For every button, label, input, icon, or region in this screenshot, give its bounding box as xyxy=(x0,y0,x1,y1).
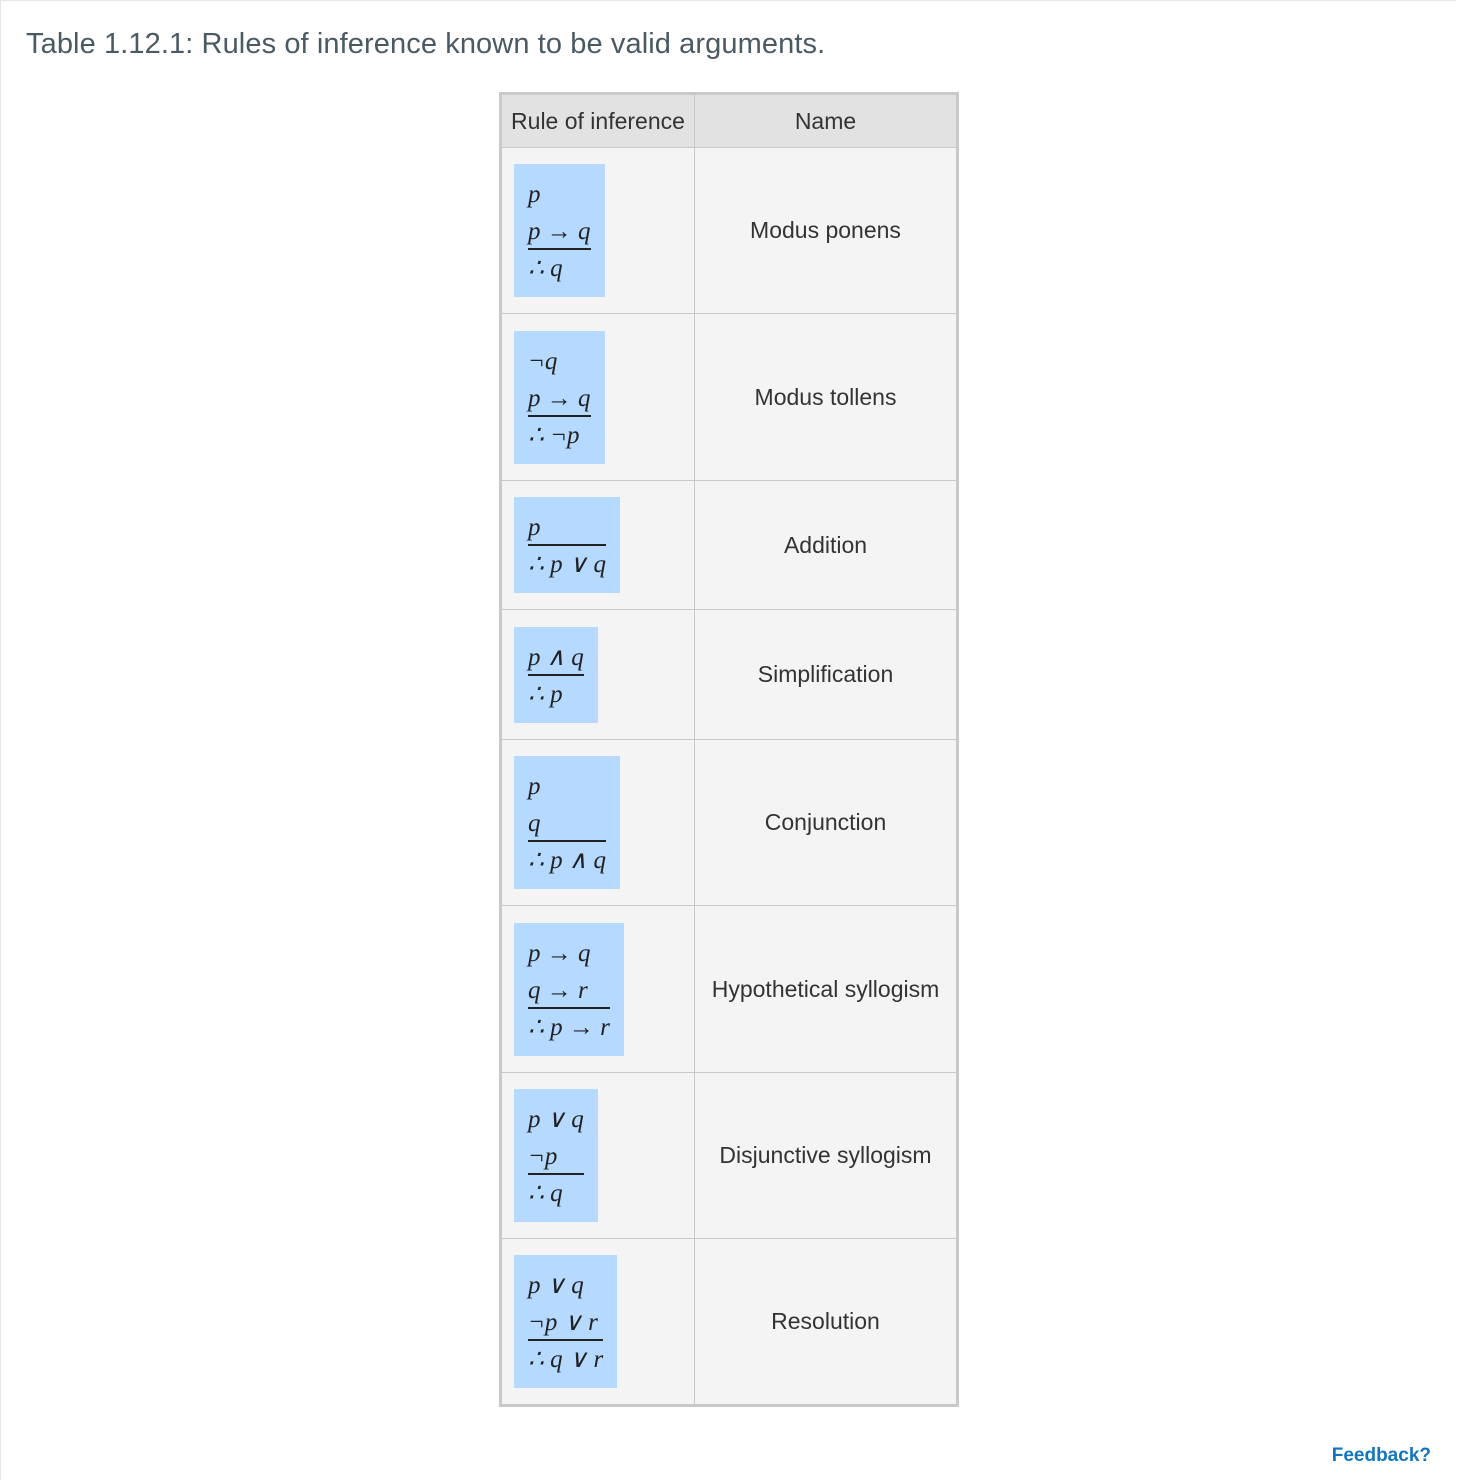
rules-of-inference-table: Rule of inference Name p p → q ∴ q Modus po… xyxy=(499,92,959,1407)
table-row: p ∨ q ¬p ∴ q Disjunctive syllogism xyxy=(500,1072,958,1239)
premise-line: p xyxy=(528,181,541,208)
conclusion-line: ∴ q xyxy=(528,1180,563,1207)
table-row: p ∴ p ∨ q Addition xyxy=(500,480,958,610)
rule-formula: p ∨ q ¬p ∨ r ∴ q ∨ r xyxy=(514,1255,618,1388)
table-row: p q ∴ p ∧ q Conjunction xyxy=(500,739,958,906)
rule-name: Modus ponens xyxy=(694,147,958,314)
premise-line: p xyxy=(528,509,606,546)
premise-line: p → q xyxy=(528,380,591,417)
premise-line: p xyxy=(528,773,541,800)
conclusion-line: ∴ p xyxy=(528,680,563,708)
table-row: p ∨ q ¬p ∨ r ∴ q ∨ r Resolution xyxy=(500,1238,958,1406)
conclusion-line: ∴ p → r xyxy=(528,1013,610,1041)
rule-cell: ¬q p → q ∴ ¬p xyxy=(500,313,695,481)
rule-formula: p ∨ q ¬p ∴ q xyxy=(514,1089,598,1222)
rule-cell: p ∨ q ¬p ∴ q xyxy=(500,1072,695,1239)
rule-formula: p q ∴ p ∧ q xyxy=(514,756,620,889)
rule-name: Disjunctive syllogism xyxy=(694,1072,958,1239)
premise-line: q xyxy=(528,805,606,842)
column-header-name: Name xyxy=(694,93,958,148)
table-caption: Table 1.12.1: Rules of inference known t… xyxy=(26,28,826,60)
premise-line: ¬q xyxy=(528,347,558,375)
rule-cell: p ∧ q ∴ p xyxy=(500,609,695,740)
rule-name: Resolution xyxy=(694,1238,958,1406)
rule-cell: p q ∴ p ∧ q xyxy=(500,739,695,906)
rule-cell: p ∨ q ¬p ∨ r ∴ q ∨ r xyxy=(500,1238,695,1406)
column-header-rule: Rule of inference xyxy=(500,93,695,148)
rule-name: Addition xyxy=(694,480,958,610)
rule-formula: p p → q ∴ q xyxy=(514,164,605,297)
table-row: p p → q ∴ q Modus ponens xyxy=(500,147,958,314)
table-row: p ∧ q ∴ p Simplification xyxy=(500,609,958,740)
conclusion-line: ∴ p ∨ q xyxy=(528,551,606,578)
table-body: p p → q ∴ q Modus ponens ¬q p → q ∴ ¬p Modus to… xyxy=(500,147,958,1406)
table-row: ¬q p → q ∴ ¬p Modus tollens xyxy=(500,313,958,481)
conclusion-line: ∴ ¬p xyxy=(528,421,580,449)
rule-name: Simplification xyxy=(694,609,958,740)
premise-line: p → q xyxy=(528,213,591,250)
rule-name: Conjunction xyxy=(694,739,958,906)
conclusion-line: ∴ p ∧ q xyxy=(528,847,606,874)
conclusion-line: ∴ q ∨ r xyxy=(528,1346,604,1373)
premise-line: q → r xyxy=(528,972,610,1009)
premise-line: p → q xyxy=(528,939,591,967)
table-header-row: Rule of inference Name xyxy=(500,93,958,148)
table-row: p → q q → r ∴ p → r Hypothetical syllogism xyxy=(500,905,958,1073)
premise-line: ¬p xyxy=(528,1138,584,1175)
premise-line: p ∨ q xyxy=(528,1272,584,1299)
rule-formula: p ∧ q ∴ p xyxy=(514,626,598,723)
premise-line: p ∧ q xyxy=(528,639,584,676)
rule-cell: p p → q ∴ q xyxy=(500,147,695,314)
rule-cell: p ∴ p ∨ q xyxy=(500,480,695,610)
conclusion-line: ∴ q xyxy=(528,255,563,282)
premise-line: ¬p ∨ r xyxy=(528,1304,604,1341)
rule-name: Modus tollens xyxy=(694,313,958,481)
rule-formula: ¬q p → q ∴ ¬p xyxy=(514,330,605,464)
rule-cell: p → q q → r ∴ p → r xyxy=(500,905,695,1073)
rule-formula: p ∴ p ∨ q xyxy=(514,497,620,593)
feedback-link[interactable]: Feedback? xyxy=(1332,1445,1431,1467)
rule-name: Hypothetical syllogism xyxy=(694,905,958,1073)
premise-line: p ∨ q xyxy=(528,1106,584,1133)
rule-formula: p → q q → r ∴ p → r xyxy=(514,922,624,1056)
